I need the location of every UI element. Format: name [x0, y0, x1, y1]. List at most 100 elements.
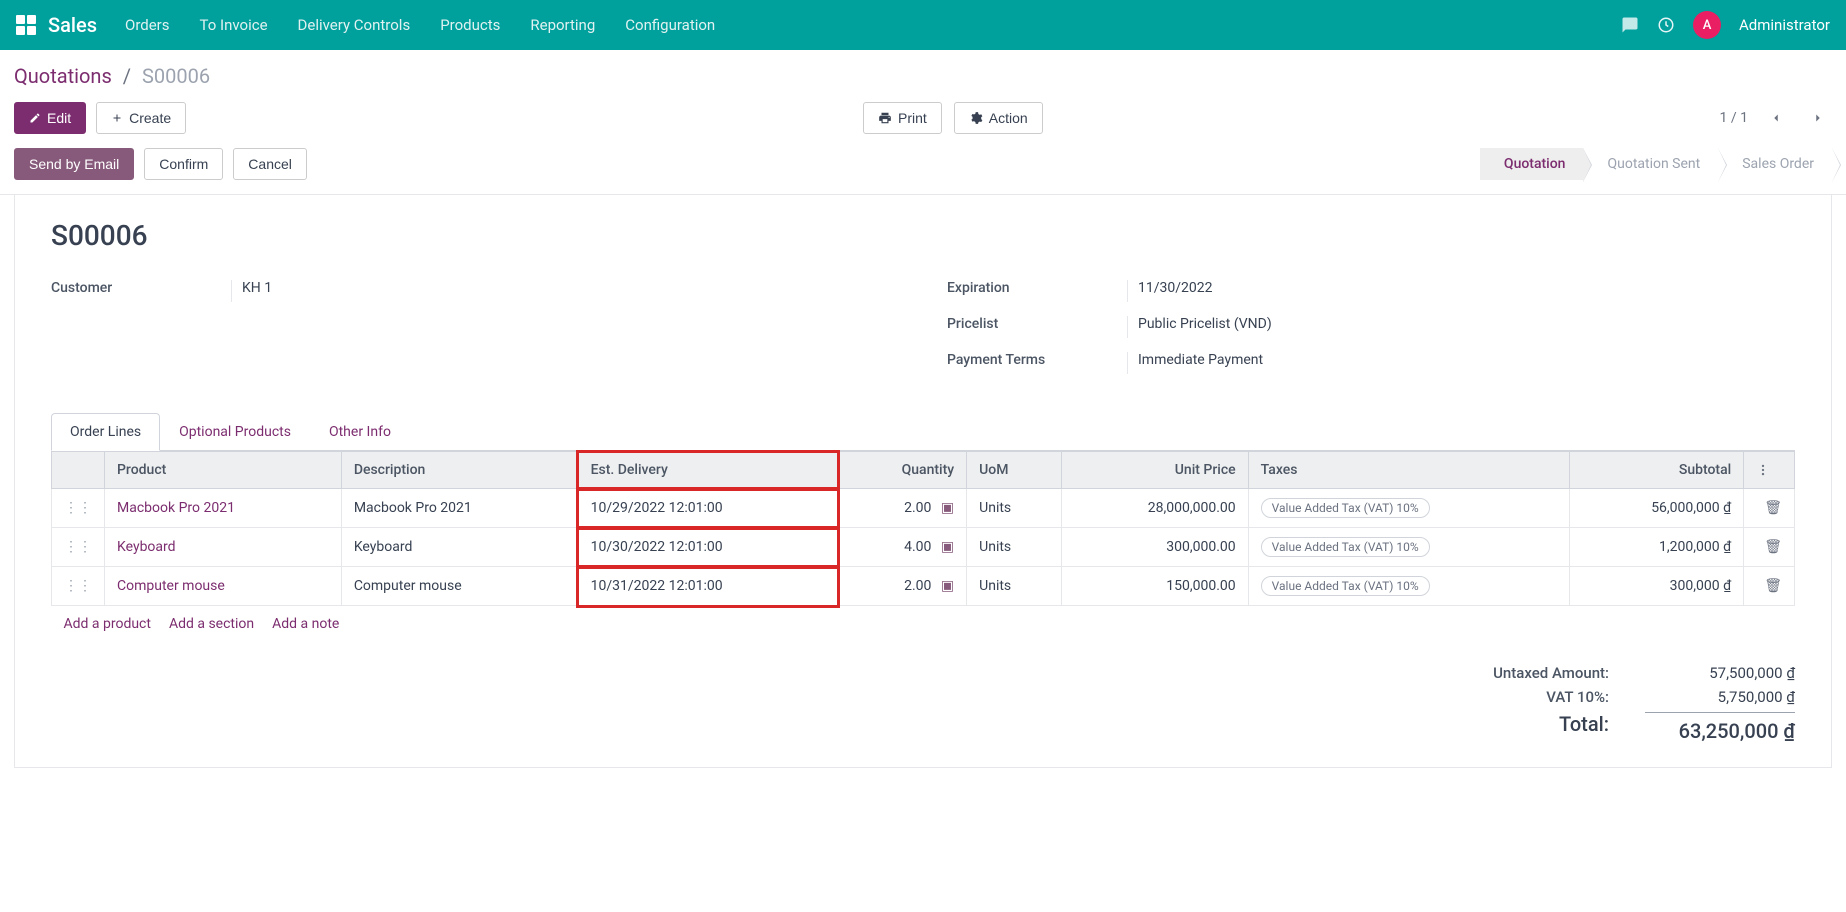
expiration-label: Expiration [947, 280, 1127, 296]
expiration-value[interactable]: 11/30/2022 [1127, 280, 1795, 302]
breadcrumb-root[interactable]: Quotations [14, 64, 112, 88]
drag-handle[interactable]: ⋮⋮ [52, 489, 105, 528]
cancel-button[interactable]: Cancel [233, 148, 307, 180]
pricelist-value[interactable]: Public Pricelist (VND) [1127, 316, 1795, 338]
untaxed-value: 57,500,000 ₫ [1645, 664, 1795, 682]
apps-icon[interactable] [16, 15, 36, 35]
edit-button[interactable]: Edit [14, 102, 86, 134]
delete-row[interactable]: 🗑 [1744, 528, 1795, 567]
nav-to-invoice[interactable]: To Invoice [200, 16, 268, 34]
print-button[interactable]: Print [863, 102, 942, 134]
cell-product[interactable]: Computer mouse [105, 567, 342, 606]
stage-quotation[interactable]: Quotation [1480, 148, 1584, 180]
chart-icon[interactable]: ▣ [941, 539, 954, 555]
col-est-delivery[interactable]: Est. Delivery [578, 452, 838, 489]
chart-icon[interactable]: ▣ [941, 578, 954, 594]
nav-reporting[interactable]: Reporting [530, 16, 595, 34]
cell-uom[interactable]: Units [967, 567, 1061, 606]
col-handle [52, 452, 105, 489]
cell-subtotal: 1,200,000 ₫ [1570, 528, 1744, 567]
cell-est-delivery[interactable]: 10/31/2022 12:01:00 [578, 567, 838, 606]
cell-taxes[interactable]: Value Added Tax (VAT) 10% [1248, 528, 1570, 567]
kebab-icon [1756, 463, 1770, 477]
status-stages: Quotation Quotation Sent Sales Order [1480, 148, 1832, 180]
customer-value[interactable]: KH 1 [231, 280, 899, 302]
pencil-icon [29, 112, 41, 124]
nav-delivery-controls[interactable]: Delivery Controls [298, 16, 411, 34]
untaxed-label: Untaxed Amount: [1429, 664, 1609, 682]
col-subtotal[interactable]: Subtotal [1570, 452, 1744, 489]
nav-configuration[interactable]: Configuration [625, 16, 715, 34]
add-note-link[interactable]: Add a note [272, 616, 339, 632]
nav-orders[interactable]: Orders [125, 16, 170, 34]
cell-quantity[interactable]: 4.00 ▣ [838, 528, 966, 567]
drag-handle[interactable]: ⋮⋮ [52, 567, 105, 606]
cell-taxes[interactable]: Value Added Tax (VAT) 10% [1248, 489, 1570, 528]
col-description[interactable]: Description [341, 452, 578, 489]
next-button[interactable] [1804, 104, 1832, 132]
pager: 1 / 1 [1720, 110, 1748, 126]
top-nav: Sales Orders To Invoice Delivery Control… [0, 0, 1846, 50]
tab-order-lines[interactable]: Order Lines [51, 413, 160, 451]
cell-description[interactable]: Computer mouse [341, 567, 578, 606]
cell-quantity[interactable]: 2.00 ▣ [838, 567, 966, 606]
order-lines-table: Product Description Est. Delivery Quanti… [51, 451, 1795, 642]
trash-icon: 🗑 [1764, 539, 1782, 555]
create-button[interactable]: Create [96, 102, 186, 134]
action-button[interactable]: Action [954, 102, 1043, 134]
cell-unit-price[interactable]: 300,000.00 [1061, 528, 1248, 567]
table-row[interactable]: ⋮⋮Computer mouseComputer mouse10/31/2022… [52, 567, 1795, 606]
cell-taxes[interactable]: Value Added Tax (VAT) 10% [1248, 567, 1570, 606]
cell-description[interactable]: Keyboard [341, 528, 578, 567]
cell-product[interactable]: Macbook Pro 2021 [105, 489, 342, 528]
cell-unit-price[interactable]: 150,000.00 [1061, 567, 1248, 606]
cell-description[interactable]: Macbook Pro 2021 [341, 489, 578, 528]
col-uom[interactable]: UoM [967, 452, 1061, 489]
cell-quantity[interactable]: 2.00 ▣ [838, 489, 966, 528]
nav-menu: Orders To Invoice Delivery Controls Prod… [125, 16, 1621, 34]
vat-value: 5,750,000 ₫ [1645, 688, 1795, 706]
messaging-icon[interactable] [1621, 16, 1639, 34]
cell-subtotal: 56,000,000 ₫ [1570, 489, 1744, 528]
gear-icon [969, 111, 983, 125]
stage-quotation-sent[interactable]: Quotation Sent [1583, 148, 1718, 180]
confirm-button[interactable]: Confirm [144, 148, 223, 180]
chart-icon[interactable]: ▣ [941, 500, 954, 516]
stage-sales-order[interactable]: Sales Order [1718, 148, 1832, 180]
table-row[interactable]: ⋮⋮KeyboardKeyboard10/30/2022 12:01:004.0… [52, 528, 1795, 567]
table-row[interactable]: ⋮⋮Macbook Pro 2021Macbook Pro 202110/29/… [52, 489, 1795, 528]
cell-unit-price[interactable]: 28,000,000.00 [1061, 489, 1248, 528]
cell-product[interactable]: Keyboard [105, 528, 342, 567]
col-product[interactable]: Product [105, 452, 342, 489]
payment-terms-label: Payment Terms [947, 352, 1127, 368]
col-taxes[interactable]: Taxes [1248, 452, 1570, 489]
plus-icon [111, 112, 123, 124]
drag-handle[interactable]: ⋮⋮ [52, 528, 105, 567]
tab-other-info[interactable]: Other Info [310, 413, 410, 451]
record-name: S00006 [51, 219, 1795, 252]
brand[interactable]: Sales [48, 13, 97, 37]
payment-terms-value[interactable]: Immediate Payment [1127, 352, 1795, 374]
breadcrumb-row: Quotations / S00006 [0, 50, 1846, 92]
total-label: Total: [1429, 712, 1609, 743]
breadcrumb-separator: / [123, 64, 131, 88]
nav-products[interactable]: Products [440, 16, 500, 34]
col-unit-price[interactable]: Unit Price [1061, 452, 1248, 489]
cell-est-delivery[interactable]: 10/29/2022 12:01:00 [578, 489, 838, 528]
cell-est-delivery[interactable]: 10/30/2022 12:01:00 [578, 528, 838, 567]
activities-icon[interactable] [1657, 16, 1675, 34]
delete-row[interactable]: 🗑 [1744, 567, 1795, 606]
cell-uom[interactable]: Units [967, 489, 1061, 528]
tab-optional-products[interactable]: Optional Products [160, 413, 310, 451]
cell-uom[interactable]: Units [967, 528, 1061, 567]
add-product-link[interactable]: Add a product [64, 616, 151, 632]
add-section-link[interactable]: Add a section [169, 616, 254, 632]
col-quantity[interactable]: Quantity [838, 452, 966, 489]
avatar[interactable]: A [1693, 11, 1721, 39]
col-options[interactable] [1744, 452, 1795, 489]
send-email-button[interactable]: Send by Email [14, 148, 134, 180]
prev-button[interactable] [1762, 104, 1790, 132]
tabs: Order Lines Optional Products Other Info [51, 412, 1795, 451]
delete-row[interactable]: 🗑 [1744, 489, 1795, 528]
username[interactable]: Administrator [1739, 16, 1830, 34]
